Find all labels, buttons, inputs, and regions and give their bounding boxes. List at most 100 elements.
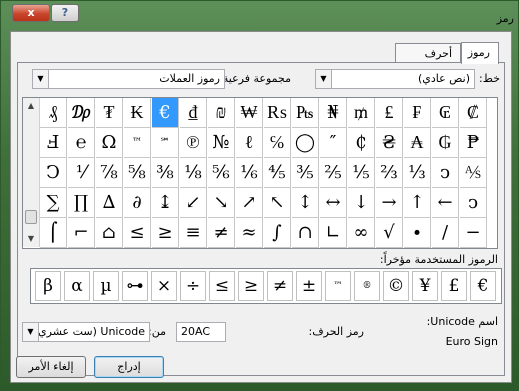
symbol-cell[interactable]: ℅ bbox=[264, 128, 291, 158]
recent-symbol-cell[interactable]: ™ bbox=[325, 271, 351, 301]
recent-symbol-cell[interactable]: ⊶ bbox=[122, 271, 148, 301]
symbol-cell[interactable]: ₣ bbox=[404, 98, 431, 128]
symbol-cell[interactable]: ↨ bbox=[152, 188, 179, 218]
symbol-cell[interactable]: − bbox=[460, 218, 487, 248]
recent-symbol-cell[interactable]: ¥ bbox=[412, 271, 438, 301]
symbol-cell[interactable]: ↖ bbox=[264, 188, 291, 218]
symbol-cell[interactable]: ₪ bbox=[208, 98, 235, 128]
symbol-cell[interactable]: ⅕ bbox=[348, 158, 375, 188]
chevron-down-icon[interactable]: ▼ bbox=[316, 70, 332, 88]
recent-symbol-cell[interactable]: ≠ bbox=[267, 271, 293, 301]
symbol-cell[interactable]: / bbox=[432, 218, 459, 248]
symbol-cell[interactable]: ™ bbox=[124, 128, 151, 158]
close-button[interactable]: x bbox=[12, 4, 50, 22]
symbol-cell[interactable]: ₡ bbox=[460, 98, 487, 128]
symbol-cell[interactable]: ⅚ bbox=[208, 158, 235, 188]
recent-symbol-cell[interactable]: © bbox=[383, 271, 409, 301]
symbol-cell[interactable]: ₮ bbox=[96, 98, 123, 128]
symbol-cell[interactable]: ⅓ bbox=[404, 158, 431, 188]
symbol-cell[interactable]: ↕ bbox=[292, 188, 319, 218]
symbol-cell[interactable]: ₰ bbox=[40, 98, 67, 128]
char-code-field[interactable]: 20AC bbox=[176, 322, 226, 342]
symbol-cell[interactable]: ↔ bbox=[320, 188, 347, 218]
recent-symbol-cell[interactable]: µ bbox=[93, 271, 119, 301]
symbol-cell[interactable]: ⌐ bbox=[68, 218, 95, 248]
symbol-cell[interactable]: ₥ bbox=[348, 98, 375, 128]
symbol-cell[interactable]: ↑ bbox=[404, 188, 431, 218]
symbol-cell[interactable]: ₩ bbox=[236, 98, 263, 128]
tab-symbols[interactable]: رموز bbox=[461, 42, 499, 64]
recent-symbol-cell[interactable]: × bbox=[151, 271, 177, 301]
recent-symbol-cell[interactable]: ÷ bbox=[180, 271, 206, 301]
symbol-cell[interactable]: ↘ bbox=[208, 188, 235, 218]
symbol-cell[interactable]: № bbox=[208, 128, 235, 158]
symbol-cell[interactable]: ≡ bbox=[180, 218, 207, 248]
symbol-cell[interactable]: ≈ bbox=[236, 218, 263, 248]
recent-symbol-cell[interactable]: ≤ bbox=[209, 271, 235, 301]
symbol-cell[interactable]: ⅙ bbox=[236, 158, 263, 188]
symbol-cell[interactable]: ₭ bbox=[124, 98, 151, 128]
symbol-cell[interactable]: ≠ bbox=[208, 218, 235, 248]
symbol-cell[interactable]: ⅞ bbox=[96, 158, 123, 188]
symbol-cell[interactable]: ₦ bbox=[320, 98, 347, 128]
symbol-cell[interactable]: ⅛ bbox=[180, 158, 207, 188]
insert-button[interactable]: إدراج bbox=[94, 356, 164, 378]
symbol-cell[interactable]: ℓ bbox=[236, 128, 263, 158]
symbol-cell[interactable]: ⅘ bbox=[264, 158, 291, 188]
symbol-cell[interactable]: ℮ bbox=[68, 128, 95, 158]
symbol-cell[interactable]: ⅍ bbox=[460, 158, 487, 188]
scroll-down-icon[interactable]: ▼ bbox=[23, 231, 39, 247]
symbol-cell[interactable]: ℠ bbox=[152, 128, 179, 158]
symbol-cell[interactable]: ∂ bbox=[124, 188, 151, 218]
recent-symbol-cell[interactable]: ® bbox=[354, 271, 380, 301]
symbol-cell[interactable]: ⅟ bbox=[68, 158, 95, 188]
recent-symbol-cell[interactable]: € bbox=[470, 271, 496, 301]
symbol-cell[interactable]: ↙ bbox=[180, 188, 207, 218]
symbol-cell[interactable]: ₲ bbox=[432, 128, 459, 158]
chevron-down-icon[interactable]: ▼ bbox=[33, 70, 49, 88]
symbol-cell[interactable]: ₨ bbox=[264, 98, 291, 128]
symbol-cell[interactable]: ₫ bbox=[180, 98, 207, 128]
symbol-cell[interactable]: ◯ bbox=[292, 128, 319, 158]
symbol-cell[interactable]: ≤ bbox=[124, 218, 151, 248]
symbol-cell[interactable]: ∟ bbox=[320, 218, 347, 248]
help-button[interactable]: ? bbox=[51, 4, 79, 22]
symbol-cell[interactable]: ₱ bbox=[460, 128, 487, 158]
symbol-cell[interactable]: ≥ bbox=[152, 218, 179, 248]
symbol-cell[interactable]: ∞ bbox=[348, 218, 375, 248]
symbol-cell[interactable]: ∙ bbox=[404, 218, 431, 248]
symbol-cell[interactable]: ↄ bbox=[460, 188, 487, 218]
symbol-cell[interactable]: ∆ bbox=[96, 188, 123, 218]
font-dropdown[interactable]: ▼ (نص عادي) bbox=[315, 69, 475, 89]
symbol-cell[interactable]: ⅖ bbox=[320, 158, 347, 188]
recent-symbol-cell[interactable]: £ bbox=[441, 271, 467, 301]
symbol-cell[interactable]: ↗ bbox=[236, 188, 263, 218]
chevron-down-icon[interactable]: ▼ bbox=[23, 323, 39, 341]
recent-symbol-cell[interactable]: α bbox=[64, 271, 90, 301]
symbol-cell[interactable]: ← bbox=[432, 188, 459, 218]
symbol-cell[interactable]: Ↄ bbox=[40, 158, 67, 188]
symbol-cell[interactable]: ⅝ bbox=[124, 158, 151, 188]
symbol-cell[interactable]: € bbox=[152, 98, 179, 128]
symbol-cell[interactable]: ∫ bbox=[264, 218, 291, 248]
symbol-cell[interactable]: ↄ bbox=[432, 158, 459, 188]
symbol-cell[interactable]: ∏ bbox=[68, 188, 95, 218]
symbol-cell[interactable]: ⅗ bbox=[292, 158, 319, 188]
symbol-cell[interactable]: ⌠ bbox=[40, 218, 67, 248]
symbol-cell[interactable]: √ bbox=[376, 218, 403, 248]
recent-symbol-cell[interactable]: β bbox=[35, 271, 61, 301]
scroll-up-icon[interactable]: ▲ bbox=[23, 98, 39, 114]
tab-special-characters[interactable]: أحرف خاصة bbox=[395, 43, 461, 79]
symbol-cell[interactable]: ↓ bbox=[348, 188, 375, 218]
from-dropdown[interactable]: ▼ Unicode (ست عشري) bbox=[22, 322, 150, 342]
title-bar[interactable]: x ? رمز bbox=[1, 1, 519, 31]
symbol-cell[interactable]: ∩ bbox=[292, 218, 319, 248]
symbol-cell[interactable]: ″ bbox=[320, 128, 347, 158]
recent-symbol-cell[interactable]: ± bbox=[296, 271, 322, 301]
symbol-cell[interactable]: ⌂ bbox=[96, 218, 123, 248]
symbol-cell[interactable]: Ⅎ bbox=[40, 128, 67, 158]
cancel-action-button[interactable]: إلغاء الأمر bbox=[16, 356, 86, 378]
subset-dropdown[interactable]: ▼ رموز العملات bbox=[32, 69, 225, 89]
symbol-cell[interactable]: ⅜ bbox=[152, 158, 179, 188]
symbol-cell[interactable]: ₧ bbox=[292, 98, 319, 128]
